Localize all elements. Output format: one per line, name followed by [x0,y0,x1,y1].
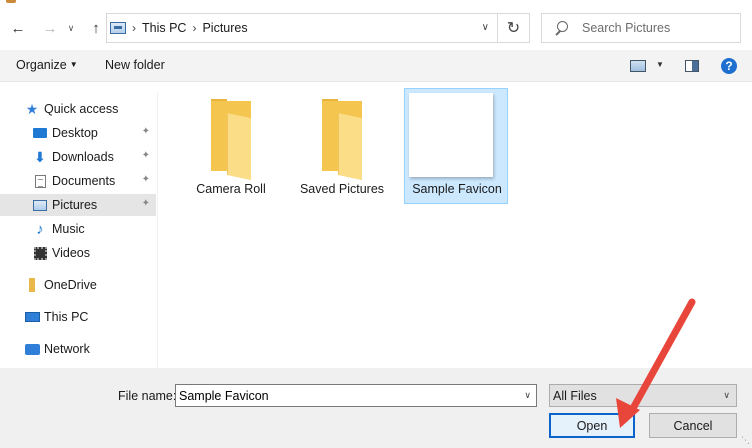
file-type-chevron-icon: ∨ [723,390,730,400]
up-arrow-icon[interactable]: ↑ [86,18,106,38]
dialog-footer: File name: ∨ All Files ∨ Open Cancel ⋱ [0,368,752,448]
image-thumbnail [409,93,493,177]
file-tile-saved-pictures[interactable]: Saved Pictures [289,88,393,204]
back-arrow-icon[interactable]: ← [8,18,28,38]
sidebar-item-music[interactable]: ♪ Music [0,218,156,240]
sidebar-item-label: OneDrive [44,278,97,292]
address-dropdown-chevron-icon[interactable]: ∨ [482,22,489,33]
desktop-icon [32,125,48,141]
sidebar-item-pictures[interactable]: Pictures ✦ [0,194,156,216]
videos-icon [32,245,48,261]
sidebar-item-quick-access[interactable]: ★ Quick access [0,98,156,120]
sidebar-item-desktop[interactable]: Desktop ✦ [0,122,156,144]
breadcrumb-pictures[interactable]: Pictures [202,21,247,35]
sidebar-item-label: Quick access [44,102,119,116]
file-list: Camera Roll Saved Pictures Sample Favico… [160,82,752,368]
navigation-bar: ← → ∨ ↑ › This PC › Pictures ∨ ↻ [0,8,752,48]
sidebar-item-this-pc[interactable]: This PC [0,306,156,328]
file-type-select[interactable]: All Files ∨ [549,384,737,407]
download-icon: ⬇ [34,148,46,165]
sidebar-item-videos[interactable]: Videos [0,242,156,264]
sidebar-item-label: Downloads [52,150,114,164]
search-icon [554,21,568,35]
pictures-location-icon [110,22,126,34]
file-tile-sample-favicon[interactable]: Sample Favicon [404,88,508,204]
file-name-label: File name: [118,389,177,403]
refresh-icon[interactable]: ↻ [498,13,530,43]
sidebar-item-label: This PC [44,310,89,324]
pin-icon: ✦ [141,126,150,137]
organize-button[interactable]: Organize ▼ [16,58,78,72]
sidebar-item-label: Pictures [52,198,98,212]
documents-icon [32,173,48,189]
music-icon: ♪ [36,220,44,238]
recent-locations-chevron-icon[interactable]: ∨ [64,18,78,38]
pictures-icon [32,197,48,213]
sidebar-item-label: Music [52,222,85,236]
onedrive-icon [24,277,40,293]
navigation-pane: ★ Quick access Desktop ✦ ⬇ Downloads ✦ D… [0,92,158,368]
breadcrumb-chevron-icon[interactable]: › [192,21,196,35]
search-input[interactable] [582,21,732,35]
sidebar-item-network[interactable]: Network [0,338,156,360]
star-icon: ★ [25,100,39,117]
sidebar-item-downloads[interactable]: ⬇ Downloads ✦ [0,146,156,168]
cancel-button[interactable]: Cancel [649,413,737,438]
pin-icon: ✦ [141,198,150,209]
pin-icon: ✦ [141,174,150,185]
sidebar-item-documents[interactable]: Documents ✦ [0,170,156,192]
file-type-value: All Files [553,388,597,403]
sidebar-item-onedrive[interactable]: OneDrive [0,274,156,296]
address-bar[interactable]: › This PC › Pictures ∨ [106,13,498,43]
new-folder-button[interactable]: New folder [105,58,165,72]
file-tile-camera-roll[interactable]: Camera Roll [178,88,282,204]
app-icon [6,0,16,3]
pin-icon: ✦ [141,150,150,161]
open-button[interactable]: Open [549,413,635,438]
help-icon[interactable]: ? [721,58,737,74]
breadcrumb-chevron-icon[interactable]: › [132,21,136,35]
file-tile-label: Saved Pictures [299,182,385,196]
caret-down-icon: ▼ [69,60,78,69]
view-options-caret-icon[interactable]: ▼ [656,60,664,69]
change-view-icon[interactable] [630,60,646,72]
title-strip [0,0,752,6]
network-icon [24,341,40,357]
command-bar: Organize ▼ New folder ▼ ? [0,50,752,82]
organize-label: Organize [16,58,67,72]
file-tile-label: Sample Favicon [412,182,502,196]
resize-grip-icon[interactable]: ⋱ [741,435,750,446]
this-pc-icon [24,309,40,325]
search-box[interactable] [541,13,741,43]
file-tile-label: Camera Roll [196,182,266,196]
file-name-combobox[interactable]: ∨ [175,384,537,407]
file-name-input[interactable] [179,388,509,403]
file-name-dropdown-chevron-icon[interactable]: ∨ [524,390,531,401]
sidebar-item-label: Network [44,342,90,356]
sidebar-item-label: Videos [52,246,90,260]
folder-icon [197,99,265,181]
breadcrumb-this-pc[interactable]: This PC [142,21,186,35]
sidebar-item-label: Desktop [52,126,98,140]
folder-icon [308,99,376,181]
sidebar-item-label: Documents [52,174,116,188]
forward-arrow-icon[interactable]: → [40,18,60,38]
preview-pane-icon[interactable] [685,60,699,72]
